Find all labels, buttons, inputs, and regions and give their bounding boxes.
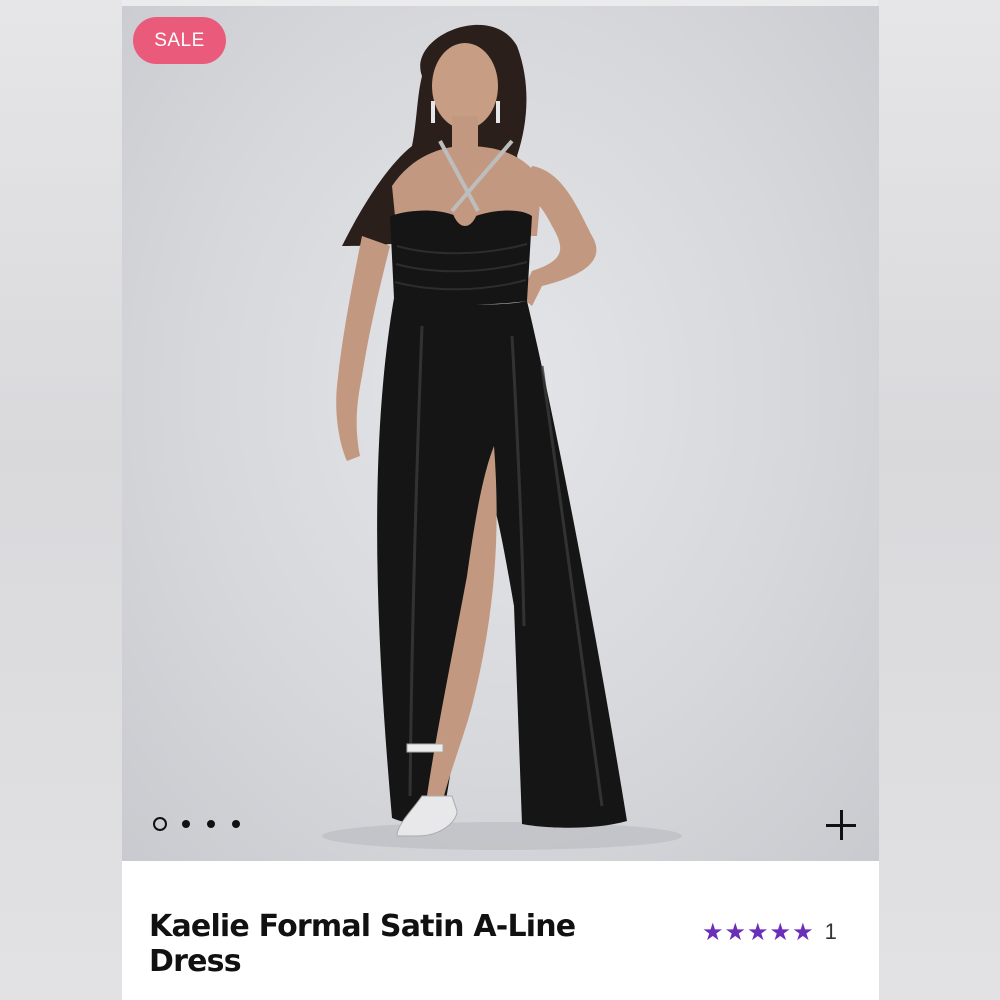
background-left: [0, 0, 122, 1000]
product-card: SALE Kaelie Formal Satin A-Line Dress ★★…: [122, 6, 879, 1000]
pagination-dot-3[interactable]: [207, 820, 215, 828]
product-title[interactable]: Kaelie Formal Satin A-Line Dress: [149, 909, 619, 979]
review-count: 1: [824, 919, 837, 944]
pagination-dot-1[interactable]: [153, 817, 167, 831]
product-rating[interactable]: ★★★★★ 1: [702, 918, 837, 946]
star-rating-icons: ★★★★★: [702, 918, 815, 946]
product-image[interactable]: SALE: [122, 6, 879, 861]
sale-badge: SALE: [133, 17, 226, 64]
pagination-dot-4[interactable]: [232, 820, 240, 828]
pagination-dot-2[interactable]: [182, 820, 190, 828]
model-illustration: [322, 24, 682, 850]
image-pagination[interactable]: [153, 817, 257, 831]
plus-icon[interactable]: [824, 808, 858, 842]
background-right: [878, 0, 1000, 1000]
